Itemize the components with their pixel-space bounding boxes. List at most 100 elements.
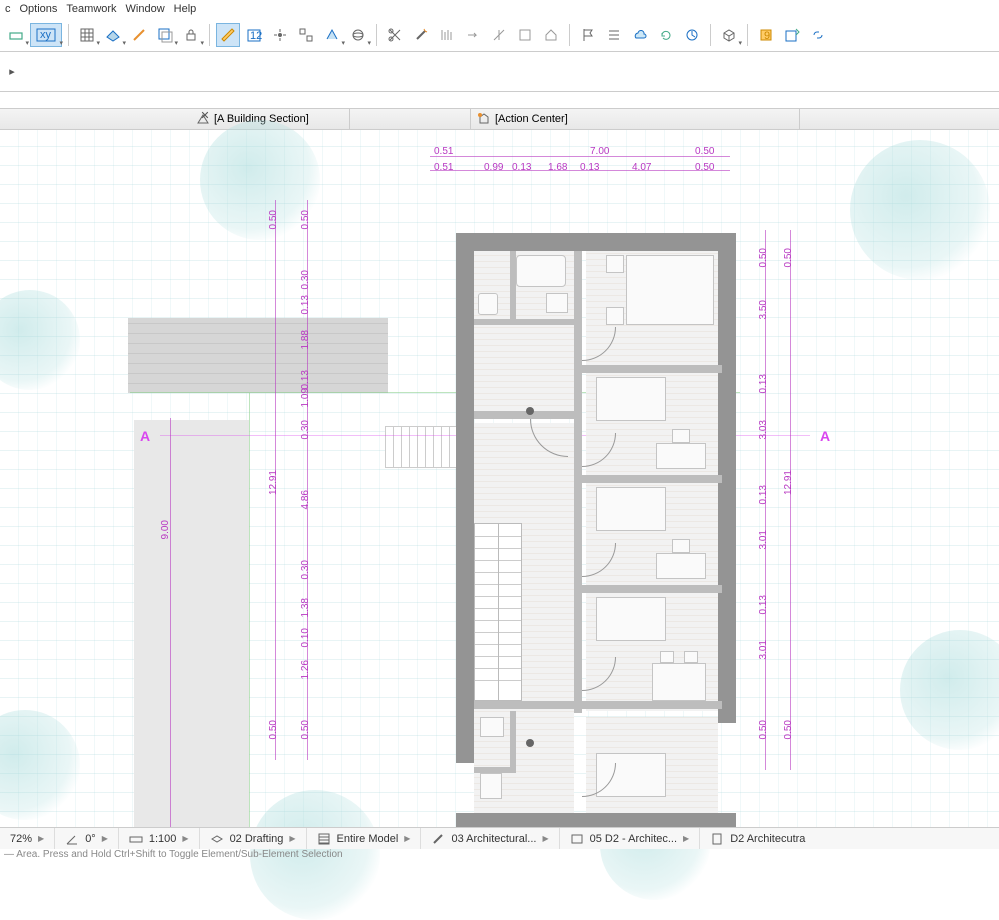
morph-button[interactable] — [320, 23, 344, 47]
drawing-canvas[interactable]: A A 0.51 7.00 0.50 0.51 0.99 0.13 1.68 0… — [0, 130, 999, 830]
chair — [672, 429, 690, 443]
sheet-icon — [710, 832, 724, 846]
object-button[interactable] — [717, 23, 741, 47]
sheet-cell[interactable]: D2 Architecutra — [700, 828, 815, 849]
import-button[interactable] — [780, 23, 804, 47]
flag-button[interactable] — [576, 23, 600, 47]
dim-label: 0.13 — [580, 162, 599, 173]
scale-icon — [129, 832, 143, 846]
arrow-dropdown[interactable]: ▸ — [4, 60, 20, 84]
dim-label: 0.13 — [512, 162, 531, 173]
lock-button[interactable] — [179, 23, 203, 47]
trace-button[interactable] — [153, 23, 177, 47]
dim-label: 0.50 — [695, 162, 714, 173]
dim-label: 0.13 — [300, 295, 311, 314]
dim-label: 0.30 — [300, 270, 311, 289]
guide-button[interactable] — [127, 23, 151, 47]
menubar: c Options Teamwork Window Help — [0, 0, 999, 18]
align-button[interactable] — [435, 23, 459, 47]
dim-label: 0.50 — [695, 146, 714, 157]
dim-label: 3.01 — [758, 640, 769, 659]
layer-button[interactable] — [4, 23, 28, 47]
view-cell[interactable]: 05 D2 - Architec...▶ — [560, 828, 701, 849]
dim-label: 3.01 — [758, 530, 769, 549]
arch-cell[interactable]: 03 Architectural...▶ — [421, 828, 559, 849]
chair — [684, 651, 698, 663]
coord-button[interactable]: xy — [30, 23, 62, 47]
main-toolbar: xy 12 9 — [0, 18, 999, 52]
sync-button[interactable] — [680, 23, 704, 47]
tab-action-center[interactable]: [Action Center] — [470, 109, 800, 129]
dim-label: 3.03 — [758, 420, 769, 439]
dim-label: 4.86 — [300, 490, 311, 509]
bed — [626, 255, 714, 325]
calendar-button[interactable]: 12 — [242, 23, 266, 47]
cloud-button[interactable] — [628, 23, 652, 47]
chair — [672, 539, 690, 553]
menu-item[interactable]: Window — [123, 3, 168, 15]
bathtub — [516, 255, 566, 287]
dim-label: 3.50 — [758, 300, 769, 319]
grid-button[interactable] — [75, 23, 99, 47]
dim-line — [430, 156, 730, 157]
layer-cell[interactable]: 02 Drafting▶ — [200, 828, 307, 849]
plane-button[interactable] — [101, 23, 125, 47]
dim-label: 12.91 — [268, 470, 279, 495]
zoom-cell[interactable]: 72%▶ — [0, 828, 55, 849]
menu-item[interactable]: Teamwork — [63, 3, 119, 15]
refresh-button[interactable] — [654, 23, 678, 47]
dim-label: 0.13 — [758, 485, 769, 504]
sphere-button[interactable] — [346, 23, 370, 47]
close-tab-button[interactable]: ✕ — [194, 109, 216, 122]
angle-icon — [65, 832, 79, 846]
dim-label: 0.99 — [484, 162, 503, 173]
dim-label: 1.09 — [300, 388, 311, 407]
scale-cell[interactable]: 1:100▶ — [119, 828, 200, 849]
dim-label: 0.10 — [300, 628, 311, 647]
dim-label: 0.50 — [783, 248, 794, 267]
dim-label: 0.13 — [758, 374, 769, 393]
measure-button[interactable] — [216, 23, 240, 47]
action-center-icon — [477, 112, 491, 126]
extend-button[interactable] — [461, 23, 485, 47]
renovation-button[interactable]: 9 — [754, 23, 778, 47]
menu-item[interactable]: c — [2, 3, 14, 15]
dim-label: 0.50 — [758, 248, 769, 267]
menu-item[interactable]: Help — [171, 3, 200, 15]
door-handle — [526, 739, 534, 747]
sink — [546, 293, 568, 313]
model-icon — [317, 832, 331, 846]
status-bar: 72%▶ 0°▶ 1:100▶ 02 Drafting▶ Entire Mode… — [0, 827, 999, 849]
desk — [656, 553, 706, 579]
toilet — [480, 773, 502, 799]
menu-item[interactable]: Options — [17, 3, 61, 15]
staircase — [474, 523, 522, 701]
hint-bar: — Area. Press and Hold Ctrl+Shift to Tog… — [0, 849, 343, 861]
trim-button[interactable] — [487, 23, 511, 47]
model-cell[interactable]: Entire Model▶ — [307, 828, 422, 849]
tab-strip: ✕ [A Building Section] [Action Center] — [0, 108, 999, 130]
dim-label: 0.13 — [300, 370, 311, 389]
list-button[interactable] — [602, 23, 626, 47]
cut-button[interactable] — [383, 23, 407, 47]
dim-line — [170, 418, 171, 834]
link-button[interactable] — [806, 23, 830, 47]
dim-label: 0.51 — [434, 146, 453, 157]
dim-label: 0.50 — [783, 720, 794, 739]
dim-label: 1.68 — [548, 162, 567, 173]
dim-label: 1.38 — [300, 598, 311, 617]
home-button[interactable] — [539, 23, 563, 47]
dim-label: 0.50 — [300, 210, 311, 229]
view-icon — [570, 832, 584, 846]
dim-label: 0.50 — [758, 720, 769, 739]
dim-label: 0.50 — [268, 720, 279, 739]
node-button[interactable] — [268, 23, 292, 47]
svg-text:9: 9 — [764, 30, 770, 42]
group-button[interactable] — [294, 23, 318, 47]
angle-cell[interactable]: 0°▶ — [55, 828, 119, 849]
building-floorplan — [456, 233, 736, 762]
sink — [480, 717, 504, 737]
fillet-button[interactable] — [513, 23, 537, 47]
wand-button[interactable] — [409, 23, 433, 47]
brick-wall — [128, 318, 388, 393]
